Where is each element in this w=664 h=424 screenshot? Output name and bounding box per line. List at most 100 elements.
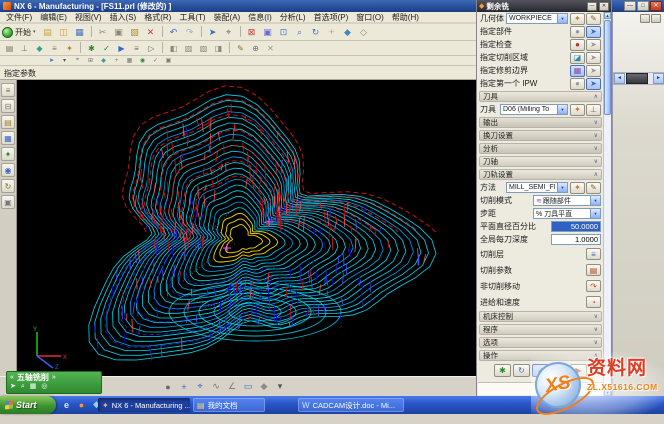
section-tool-axis[interactable]: 刀轴 ∨	[479, 156, 602, 167]
chevron-down-icon[interactable]: ▼	[590, 196, 600, 205]
cutting-parameters-icon[interactable]: ▤	[586, 264, 601, 276]
undo-icon[interactable]: ↶	[167, 26, 181, 39]
scrollbar-thumb[interactable]	[604, 20, 611, 115]
create-geometry-icon[interactable]: ◆	[33, 42, 46, 54]
angle-measure-icon[interactable]: ∠	[225, 380, 239, 393]
section-path-settings[interactable]: 刀轨设置 ∧	[479, 169, 602, 180]
graphics-viewport[interactable]: Y X Z	[17, 80, 476, 376]
verify-toolpath-icon[interactable]: ✓	[100, 42, 113, 54]
internet-explorer-icon[interactable]: ◉	[1, 163, 15, 177]
grid-snap-icon[interactable]: ⊞	[85, 57, 96, 65]
fit-view-icon[interactable]: ▣	[261, 26, 275, 39]
dialog-close-button[interactable]: ✕	[599, 2, 609, 11]
section-options[interactable]: 选项 ∨	[479, 337, 602, 348]
section-actions[interactable]: 操作 ∧	[479, 350, 602, 361]
new-file-icon[interactable]: ▤	[41, 26, 55, 39]
list-toolpath-icon[interactable]: ≡	[130, 42, 143, 54]
delete-object-icon[interactable]: ✕	[264, 42, 277, 54]
menu-item-format[interactable]: 格式(R)	[144, 12, 171, 23]
paste-icon[interactable]: ▧	[128, 26, 142, 39]
hscrollbar-thumb[interactable]	[626, 73, 648, 84]
scroll-down-icon[interactable]: ▼	[604, 389, 611, 396]
menu-item-insert[interactable]: 插入(S)	[110, 12, 137, 23]
menu-item-file[interactable]: 文件(F)	[6, 12, 32, 23]
shaded-view-icon[interactable]: ◆	[341, 26, 355, 39]
scroll-right-icon[interactable]: ►	[653, 73, 664, 84]
palettes-icon[interactable]: ▣	[1, 195, 15, 209]
filter-dropdown-icon[interactable]: ▾	[59, 57, 70, 65]
center-snap-icon[interactable]: ◉	[137, 57, 148, 65]
select-ipw-icon[interactable]: ●	[570, 78, 585, 90]
cut-icon[interactable]: ✂	[96, 26, 110, 39]
edit-method-icon[interactable]: ✎	[586, 182, 601, 194]
section-program[interactable]: 程序 ∨	[479, 324, 602, 335]
start-menu-button[interactable]: 开始 ▾	[2, 27, 36, 38]
confirm-snap-icon[interactable]: ✓	[150, 57, 161, 65]
solid-snap-icon[interactable]: ◆	[98, 57, 109, 65]
point-snap-icon[interactable]: +	[111, 57, 122, 65]
tool-combo[interactable]: D06 (Milling To ▼	[500, 104, 568, 115]
zoom-icon[interactable]: ⌕	[293, 26, 307, 39]
create-program-icon[interactable]: ▤	[3, 42, 16, 54]
menu-item-assemblies[interactable]: 装配(A)	[214, 12, 241, 23]
selection-filter-icon[interactable]: ➤	[46, 57, 57, 65]
action-generate-icon[interactable]: ✱	[494, 364, 511, 377]
postprocess-icon[interactable]: ▷	[145, 42, 158, 54]
redo-icon[interactable]: ↷	[183, 26, 197, 39]
display-trim-boundary-icon[interactable]: ➤	[586, 65, 601, 77]
close-button[interactable]: ✕	[650, 1, 662, 11]
face-snap-icon[interactable]: ▦	[124, 57, 135, 65]
scroll-up-icon[interactable]: ▲	[604, 12, 611, 19]
new-method-icon[interactable]: ✦	[570, 182, 585, 194]
taskbar-task-nx[interactable]: ✦ NX 6 - Manufacturing ...	[98, 398, 190, 412]
action-list-icon[interactable]: ≡	[551, 364, 568, 377]
action-verify-icon[interactable]: ✓	[532, 364, 549, 377]
screen-capture-icon[interactable]: ▭	[241, 380, 255, 393]
chevron-down-icon[interactable]: ▼	[557, 105, 567, 114]
display-cut-area-icon[interactable]: ➤	[586, 52, 601, 64]
plus-tool-icon[interactable]: +	[177, 380, 191, 393]
spline-tool-icon[interactable]: ∿	[209, 380, 223, 393]
more-options-icon[interactable]: ▾	[273, 380, 287, 393]
percent-diameter-field[interactable]: 50.0000	[551, 221, 601, 232]
constraint-navigator-icon[interactable]: ⊟	[1, 99, 15, 113]
feeds-and-speeds-icon[interactable]: ◔	[586, 296, 601, 308]
menu-item-information[interactable]: 信息(I)	[248, 12, 272, 23]
action-replay-icon[interactable]: ↻	[513, 364, 530, 377]
save-file-icon[interactable]: ▦	[73, 26, 87, 39]
menu-item-tools[interactable]: 工具(T)	[179, 12, 205, 23]
start-button[interactable]: Start	[0, 396, 56, 414]
target-point-icon[interactable]: ⌖	[193, 380, 207, 393]
cube-view-icon[interactable]: ◆	[257, 380, 271, 393]
end-snap-icon[interactable]: ▣	[163, 57, 174, 65]
non-cutting-moves-icon[interactable]: ↷	[586, 280, 601, 292]
transform-icon[interactable]: ⊕	[249, 42, 262, 54]
shaded-sphere-icon[interactable]: ●	[161, 380, 175, 393]
select-cursor-icon[interactable]: ➤	[206, 26, 220, 39]
taskbar-task-documents[interactable]: ▤ 我的文档	[193, 398, 265, 412]
edit-geometry-icon[interactable]: ✎	[586, 13, 601, 25]
edit-tool-icon[interactable]: ⊥	[586, 104, 601, 116]
open-file-icon[interactable]: ◫	[57, 26, 71, 39]
edit-object-icon[interactable]: ✎	[234, 42, 247, 54]
snap-target-icon[interactable]: ⌖	[72, 57, 83, 65]
method-view-icon[interactable]: ◨	[212, 42, 225, 54]
menu-item-view[interactable]: 视图(V)	[75, 12, 102, 23]
panel-pin-button[interactable]	[651, 14, 661, 23]
section-analysis[interactable]: 分析 ∨	[479, 143, 602, 154]
program-order-view-icon[interactable]: ▧	[197, 42, 210, 54]
copy-icon[interactable]: ▣	[112, 26, 126, 39]
taskbar-task-word[interactable]: W CADCAM设计.doc - Mi...	[298, 398, 404, 412]
menu-item-preferences[interactable]: 首选项(P)	[314, 12, 349, 23]
chevron-down-icon[interactable]: ▼	[590, 209, 600, 218]
menu-item-help[interactable]: 帮助(H)	[392, 12, 419, 23]
reuse-library-icon[interactable]: ▦	[1, 131, 15, 145]
section-machine-control[interactable]: 机床控制 ∨	[479, 311, 602, 322]
display-part-icon[interactable]: ➤	[586, 26, 601, 38]
scroll-left-icon[interactable]: ◄	[614, 73, 625, 84]
menu-item-window[interactable]: 窗口(O)	[356, 12, 384, 23]
machine-tool-view-icon[interactable]: ◧	[167, 42, 180, 54]
assembly-navigator-icon[interactable]: ≡	[1, 83, 15, 97]
cut-levels-icon[interactable]: ≡	[586, 248, 601, 260]
wireframe-view-icon[interactable]: ◇	[357, 26, 371, 39]
